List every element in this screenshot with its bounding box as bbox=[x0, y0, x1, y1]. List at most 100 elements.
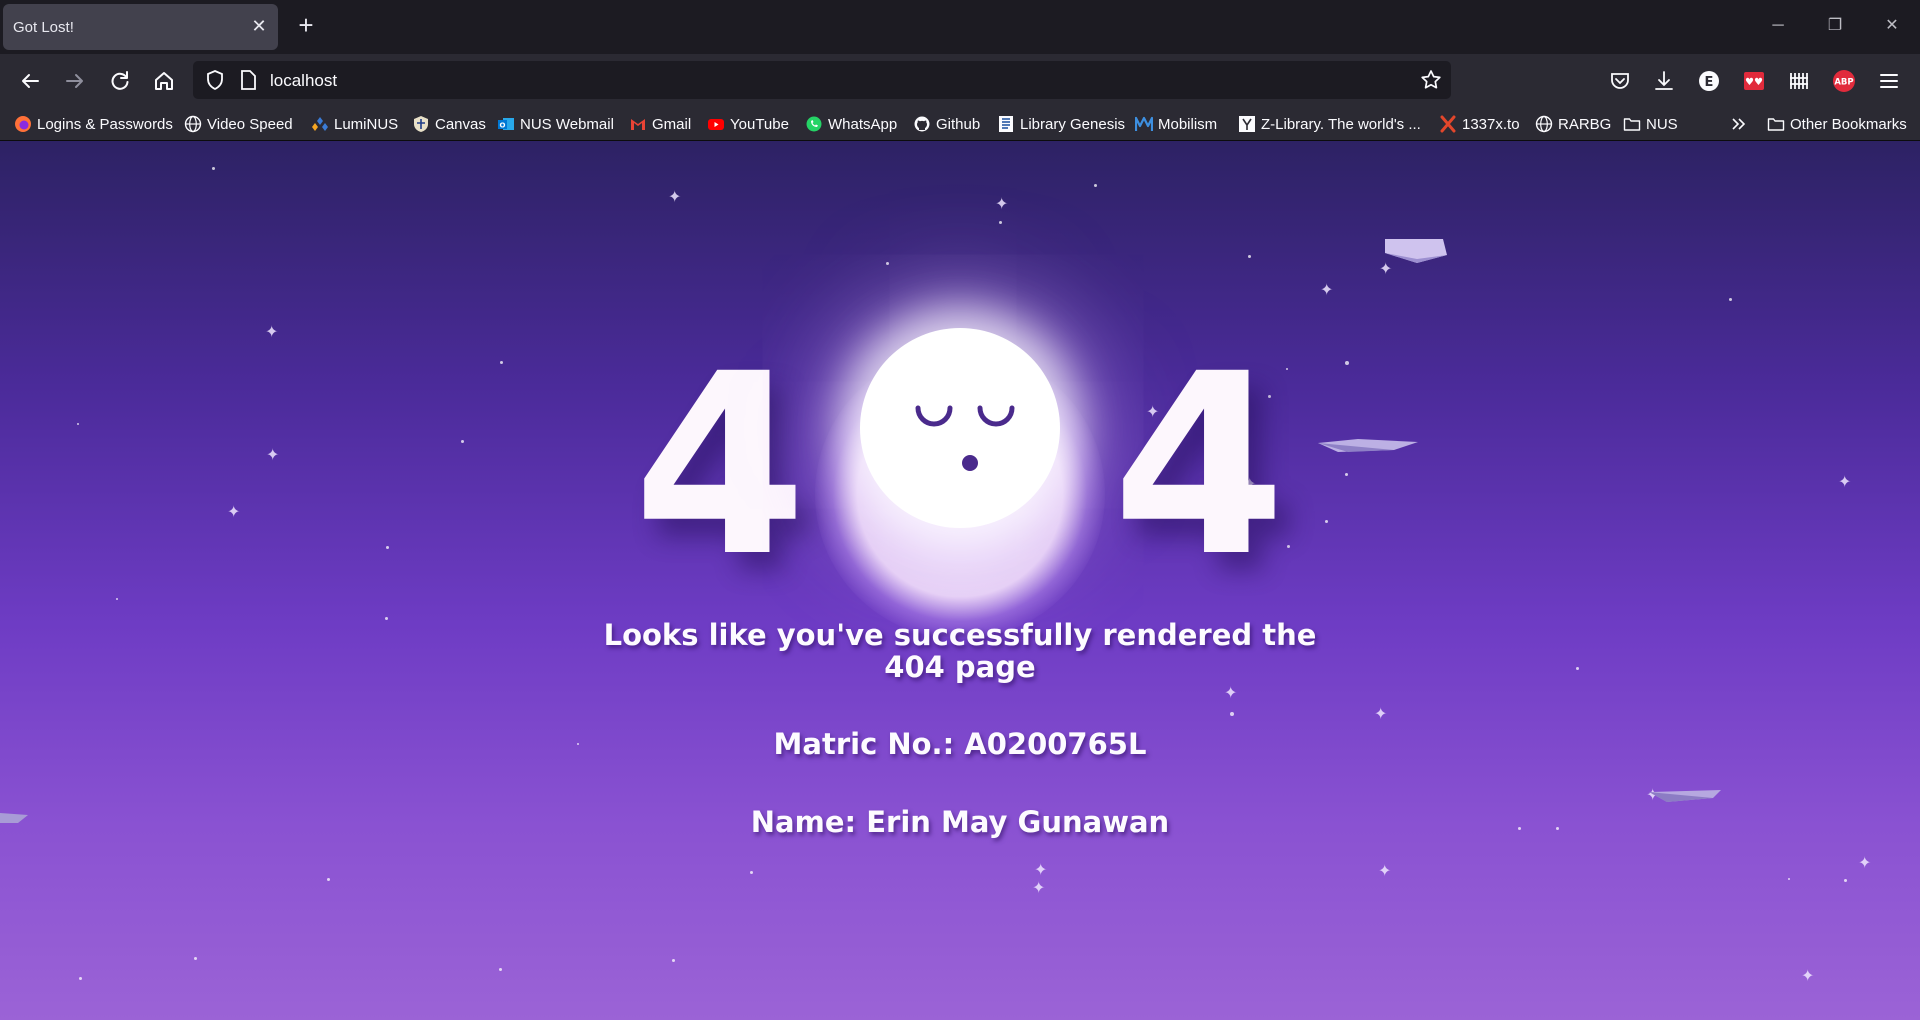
globe-icon bbox=[1535, 115, 1553, 133]
star bbox=[1230, 712, 1234, 716]
sparkle: ✦ bbox=[1801, 968, 1815, 985]
star bbox=[1094, 184, 1097, 187]
bookmark-library-genesis[interactable]: Library Genesis bbox=[997, 114, 1125, 134]
pocket-icon[interactable] bbox=[1605, 66, 1635, 96]
floating-cloud bbox=[1318, 439, 1418, 452]
svg-text:ABP: ABP bbox=[1834, 78, 1853, 88]
arrow-left-icon bbox=[22, 74, 39, 88]
zlibrary-icon bbox=[1238, 115, 1256, 133]
shield-icon[interactable] bbox=[203, 68, 227, 92]
minimize-icon[interactable]: ─ bbox=[1766, 14, 1790, 38]
folder-icon bbox=[1623, 115, 1641, 133]
star bbox=[1576, 667, 1579, 670]
forward-button[interactable] bbox=[60, 66, 90, 96]
sparkle: ✦ bbox=[227, 504, 241, 521]
url-text[interactable]: localhost bbox=[270, 71, 337, 91]
bookmarks-toolbar: Logins & Passwords Video Speed LumiNUS C… bbox=[0, 107, 1920, 141]
star bbox=[1556, 827, 1559, 830]
page-icon[interactable] bbox=[238, 69, 258, 91]
svg-text:O: O bbox=[500, 122, 506, 130]
home-icon bbox=[155, 72, 173, 90]
gmail-icon bbox=[629, 115, 647, 133]
sparkle: ✦ bbox=[1224, 685, 1238, 702]
bookmark-z-library[interactable]: Z-Library. The world's ... bbox=[1238, 114, 1421, 134]
star bbox=[1248, 255, 1251, 258]
close-tab-icon[interactable]: ✕ bbox=[248, 15, 270, 37]
youtube-icon bbox=[707, 115, 725, 133]
navigation-toolbar: localhost E ♥♥ ABP bbox=[0, 54, 1920, 107]
bookmark-label: Mobilism bbox=[1158, 115, 1218, 133]
star bbox=[1788, 878, 1790, 880]
star bbox=[886, 262, 889, 265]
bookmark-youtube[interactable]: YouTube bbox=[707, 114, 789, 134]
sparkle: ✦ bbox=[1858, 855, 1872, 872]
star bbox=[327, 878, 330, 881]
sleeping-moon bbox=[860, 328, 1060, 528]
bookmark-logins-passwords[interactable]: Logins & Passwords bbox=[14, 114, 173, 134]
star bbox=[194, 957, 197, 960]
bookmark-nus-webmail[interactable]: O NUS Webmail bbox=[497, 114, 614, 134]
student-name: Name: Erin May Gunawan bbox=[750, 805, 1170, 839]
bookmark-label: 1337x.to bbox=[1462, 115, 1520, 133]
bookmark-mobilism[interactable]: Mobilism bbox=[1135, 114, 1217, 134]
reload-icon bbox=[111, 71, 129, 90]
bookmark-folder-nus[interactable]: NUS bbox=[1623, 114, 1678, 134]
extension-e-icon[interactable]: E bbox=[1694, 66, 1724, 96]
bookmark-label: Video Speed bbox=[207, 115, 293, 133]
firefox-icon bbox=[14, 115, 32, 133]
bookmark-canvas[interactable]: Canvas bbox=[412, 114, 486, 134]
github-icon bbox=[913, 115, 931, 133]
bookmark-label: Canvas bbox=[435, 115, 486, 133]
other-bookmarks[interactable]: Other Bookmarks bbox=[1767, 114, 1907, 134]
bookmark-whatsapp[interactable]: WhatsApp bbox=[805, 114, 897, 134]
bookmark-label: YouTube bbox=[730, 115, 789, 133]
download-icon[interactable] bbox=[1649, 66, 1679, 96]
tab-active[interactable]: Got Lost! ✕ bbox=[3, 4, 278, 50]
bookmarks-overflow-button[interactable] bbox=[1729, 114, 1747, 134]
svg-text:♥♥: ♥♥ bbox=[1745, 77, 1763, 88]
1337x-icon bbox=[1439, 115, 1457, 133]
back-button[interactable] bbox=[15, 66, 45, 96]
tab-title: Got Lost! bbox=[13, 19, 74, 36]
reload-button[interactable] bbox=[105, 66, 135, 96]
bookmark-label: LumiNUS bbox=[334, 115, 399, 133]
matric-number: Matric No.: A0200765L bbox=[773, 727, 1147, 761]
restore-icon[interactable]: ❐ bbox=[1823, 14, 1847, 38]
bookmark-luminus[interactable]: LumiNUS bbox=[311, 114, 398, 134]
bookmark-label: Logins & Passwords bbox=[37, 115, 173, 133]
sparkle: ✦ bbox=[1034, 862, 1048, 879]
error-message: Looks like you've successfully rendered … bbox=[603, 618, 1317, 684]
bookmark-gmail[interactable]: Gmail bbox=[629, 114, 691, 134]
star bbox=[1729, 298, 1732, 301]
library-icon[interactable] bbox=[1784, 66, 1814, 96]
svg-text:E: E bbox=[1705, 75, 1714, 90]
adblock-plus-icon[interactable]: ABP bbox=[1829, 66, 1859, 96]
star bbox=[77, 423, 79, 425]
error-page: ✦ ✦ ✦ ✦ ✦ ✦ ✦ ✦ ✦ ✦ ✦ ✦ ✦ ✦ ✦ ✦ ✦ ✦ 4 4 … bbox=[0, 141, 1920, 1020]
whatsapp-icon bbox=[805, 115, 823, 133]
menu-icon[interactable] bbox=[1874, 66, 1904, 96]
sparkle: ✦ bbox=[995, 196, 1009, 213]
floating-cloud bbox=[0, 813, 28, 823]
floating-cloud bbox=[1649, 790, 1721, 802]
home-button[interactable] bbox=[149, 66, 179, 96]
close-window-icon[interactable]: ✕ bbox=[1880, 14, 1904, 38]
url-bar[interactable]: localhost bbox=[193, 61, 1451, 99]
star bbox=[79, 977, 82, 980]
star bbox=[1518, 827, 1521, 830]
bookmark-github[interactable]: Github bbox=[913, 114, 980, 134]
sparkle: ✦ bbox=[1032, 880, 1046, 897]
new-tab-button[interactable]: + bbox=[292, 12, 320, 40]
star bbox=[1345, 473, 1348, 476]
arrow-right-icon bbox=[66, 74, 83, 88]
extension-reader-icon[interactable]: ♥♥ bbox=[1739, 66, 1769, 96]
star-icon[interactable] bbox=[1419, 68, 1443, 92]
bookmark-1337x[interactable]: 1337x.to bbox=[1439, 114, 1520, 134]
bookmark-rarbg[interactable]: RARBG bbox=[1535, 114, 1611, 134]
sleeping-face-icon bbox=[915, 405, 1015, 471]
luminus-icon bbox=[311, 115, 329, 133]
floating-cloud bbox=[1385, 239, 1447, 263]
star bbox=[500, 361, 503, 364]
bookmark-video-speed[interactable]: Video Speed bbox=[184, 114, 293, 134]
canvas-icon bbox=[412, 115, 430, 133]
